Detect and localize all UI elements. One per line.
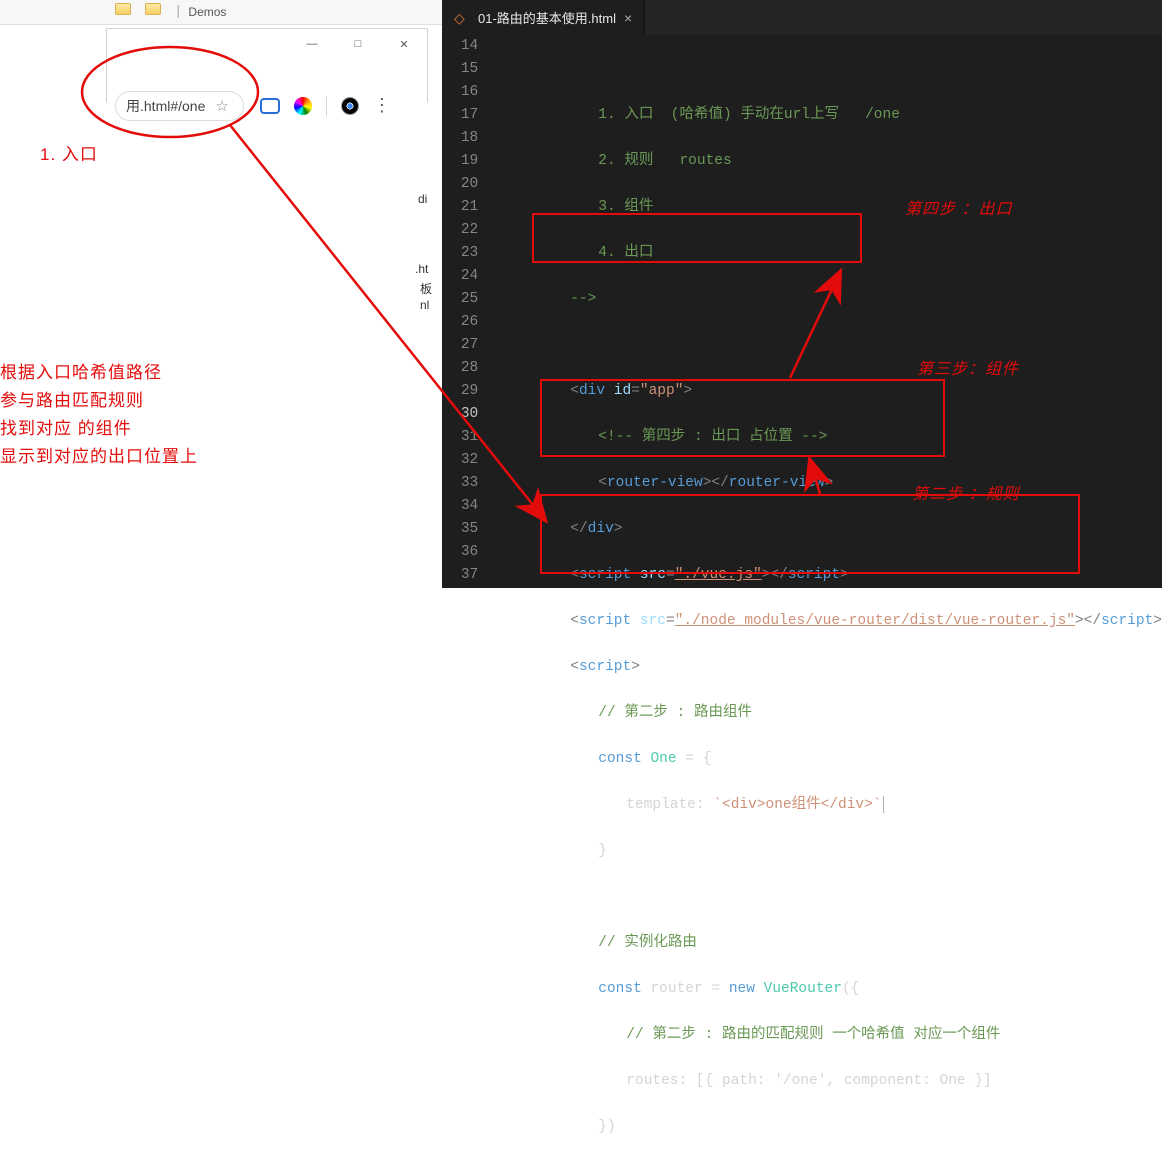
annotation-flow-line1: 根据入口哈希值路径 (0, 358, 162, 389)
folder-icon (145, 3, 161, 15)
file-explorer-strip: | Demos (0, 0, 442, 25)
profile-icon[interactable] (341, 97, 359, 115)
extension-icon[interactable] (260, 98, 280, 114)
toolbar-separator (326, 96, 327, 116)
editor-tab[interactable]: ◇ 01-路由的基本使用.html × (442, 0, 645, 35)
annotation-flow-line2: 参与路由匹配规则 (0, 386, 144, 417)
annotation-step2-label: 第二步 ：规则 (912, 480, 1019, 504)
code-area[interactable]: 141516171819 202122232425 262728293031 3… (442, 35, 1162, 588)
text-cursor (883, 796, 884, 813)
editor-tab-title: 01-路由的基本使用.html (478, 8, 616, 27)
window-close-button[interactable]: ✕ (381, 29, 427, 59)
file-fragment: nl (420, 298, 429, 312)
explorer-title: Demos (188, 5, 226, 19)
explorer-quick-icons (115, 3, 161, 15)
editor-tab-bar: ◇ 01-路由的基本使用.html × (442, 0, 1162, 35)
annotation-step3-label: 第三步：组件 (917, 355, 1019, 379)
folder-icon (115, 3, 131, 15)
code-editor: ◇ 01-路由的基本使用.html × 141516171819 2021222… (442, 0, 1162, 588)
file-fragment: 板 (420, 280, 432, 297)
browser-extension-icons: ⋮ (260, 95, 391, 117)
browser-window: — □ ✕ 用.html#/one ☆ ⋮ (106, 28, 428, 103)
annotation-flow-line4: 显示到对应的出口位置上 (0, 442, 198, 473)
address-bar[interactable]: 用.html#/one ☆ (115, 91, 244, 121)
color-picker-icon[interactable] (294, 97, 312, 115)
url-text: 用.html#/one (126, 96, 205, 116)
html-file-icon: ◇ (454, 10, 470, 26)
annotation-step4-label: 第四步 ：出口 (905, 195, 1012, 219)
close-icon[interactable]: × (624, 10, 632, 26)
browser-toolbar: 用.html#/one ☆ ⋮ (107, 84, 427, 128)
explorer-separator: | (174, 4, 182, 20)
code-content[interactable]: 1. 入口 (哈希值) 手动在url上写 /one 2. 规则 routes 3… (492, 35, 1162, 588)
window-minimize-button[interactable]: — (289, 29, 335, 59)
annotation-entry-label: 1. 入口 (40, 140, 98, 171)
browser-menu-icon[interactable]: ⋮ (373, 95, 391, 117)
bookmark-star-icon[interactable]: ☆ (215, 97, 228, 115)
file-fragment: .ht (415, 262, 428, 276)
window-controls: — □ ✕ (289, 29, 427, 59)
file-fragment: di (418, 192, 427, 206)
annotation-flow-line3: 找到对应 的组件 (0, 414, 132, 445)
line-number-gutter: 141516171819 202122232425 262728293031 3… (442, 35, 492, 588)
window-maximize-button[interactable]: □ (335, 29, 381, 59)
